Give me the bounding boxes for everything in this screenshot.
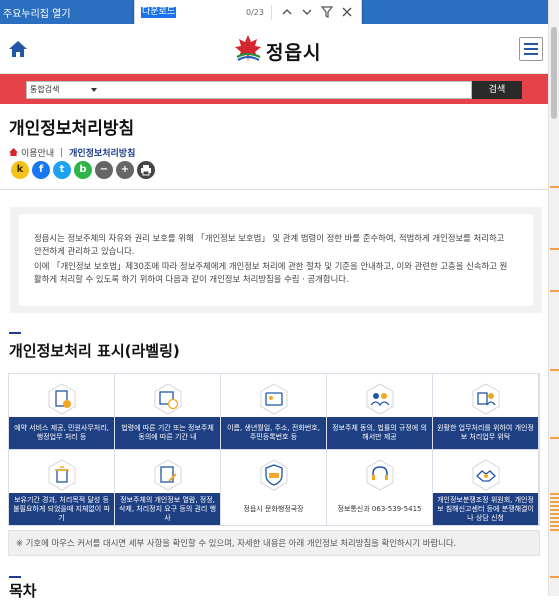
label-tile[interactable]: 정보주체 동의, 법률의 규정에 의해서만 제공 [327, 374, 432, 449]
find-count: 0/23 [246, 8, 264, 17]
label-tile[interactable]: 이름, 생년월일, 주소, 전화번호, 주민등록번호 등 [221, 374, 326, 449]
label-caption: 법령에 따른 기간 또는 정보주체 동의에 따른 기간 내 [115, 417, 220, 449]
kakao-icon[interactable]: k [11, 161, 29, 179]
label-caption: 정읍시 문화행정국장 [221, 493, 326, 525]
hamburger-icon-line [524, 48, 538, 50]
label-tile[interactable]: 예약 서비스 제공, 민원사무처리, 행정업무 처리 등 [9, 374, 114, 449]
site-header: 정읍시 [0, 24, 548, 74]
share-tools: k f t b − + [11, 161, 158, 179]
find-input[interactable]: 다운로드 [141, 7, 177, 18]
label-caption: 개인정보분쟁조정 위원회, 개인정보 침해신고센터 등에 분쟁해결이나 상담 신… [433, 493, 538, 525]
maple-leaf-logo-icon [235, 35, 261, 62]
find-marker [550, 186, 559, 188]
document-check-icon [48, 383, 76, 415]
page-title: 개인정보처리방침 [9, 119, 135, 139]
label-caption: 보유기간 경과, 처리목적 달성 등 불필요하게 되었을때 지체없이 파기 [9, 493, 114, 525]
label-caption: 이름, 생년월일, 주소, 전화번호, 주민등록번호 등 [221, 417, 326, 449]
hamburger-icon-line [524, 43, 538, 45]
search-button[interactable]: 검색 [472, 81, 522, 99]
find-divider [271, 5, 272, 20]
heading-accent [9, 332, 21, 334]
label-tile[interactable]: 정보통신과 063-539-5415 [327, 450, 432, 525]
label-caption: 정보주체의 개인정보 열람, 정정, 삭제, 처리정지 요구 등의 권리 행사 [115, 493, 220, 525]
close-icon[interactable] [339, 4, 355, 20]
zoom-in-icon[interactable]: + [116, 161, 134, 179]
labeling-note: ※ 기호에 마우스 커서를 대시면 세부 사항을 확인할 수 있으며, 자세한 … [8, 530, 540, 556]
trash-icon [48, 459, 76, 491]
skip-link[interactable]: 주요누리집 열기 [3, 5, 71, 20]
search-category-select[interactable]: 통합검색 [30, 84, 59, 95]
print-icon[interactable] [137, 161, 155, 179]
search-band: 통합검색 검색 [0, 74, 548, 104]
site-logo[interactable]: 정읍시 [233, 33, 353, 65]
band-icon[interactable]: b [74, 161, 92, 179]
hamburger-icon-line [524, 53, 538, 55]
home-icon[interactable] [9, 148, 18, 156]
id-card-icon [260, 383, 288, 415]
menu-button[interactable] [519, 37, 543, 61]
twitter-icon[interactable]: t [53, 161, 71, 179]
logo-text: 정읍시 [266, 42, 322, 64]
intro-paragraph: 정읍시는 정보주체의 자유와 권리 보호를 위해 「개인정보 보호법」 및 관계… [34, 233, 505, 256]
breadcrumb-current[interactable]: 개인정보처리방침 [69, 146, 135, 159]
find-marker [550, 576, 559, 578]
calendar-clock-icon [154, 383, 182, 415]
share-people-icon [366, 383, 394, 415]
toc-heading: 목차 [9, 582, 37, 600]
delegate-icon [472, 383, 500, 415]
printer-glyph-icon [141, 165, 151, 176]
find-marker [550, 248, 559, 250]
label-tile[interactable]: 정읍시 문화행정국장 [221, 450, 326, 525]
label-caption: 원활한 업무처리를 위하여 개인정보 처리업무 위탁 [433, 417, 538, 449]
label-tile[interactable]: 원활한 업무처리를 위하여 개인정보 처리업무 위탁 [433, 374, 538, 449]
breadcrumb: 이용안내 개인정보처리방침 [9, 146, 135, 159]
label-tile[interactable]: 개인정보분쟁조정 위원회, 개인정보 침해신고센터 등에 분쟁해결이나 상담 신… [433, 450, 538, 525]
heading-accent [9, 576, 21, 578]
label-caption: 예약 서비스 제공, 민원사무처리, 행정업무 처리 등 [9, 417, 114, 449]
labeling-heading: 개인정보처리 표시(라벨링) [9, 342, 180, 360]
home-icon[interactable] [7, 38, 29, 60]
label-tile[interactable]: 법령에 따른 기간 또는 정보주체 동의에 따른 기간 내 [115, 374, 220, 449]
breadcrumb-separator [61, 147, 63, 157]
find-bar: 다운로드 0/23 [134, 0, 362, 26]
intro-box: 정읍시는 정보주체의 자유와 권리 보호를 위해 「개인정보 보호법」 및 관계… [10, 207, 542, 313]
chevron-down-icon[interactable] [299, 4, 315, 20]
headset-icon [366, 459, 394, 491]
find-marker [550, 437, 559, 439]
scrollbar-thumb[interactable] [551, 27, 557, 119]
labeling-grid: 예약 서비스 제공, 민원사무처리, 행정업무 처리 등 법령에 따른 기간 또… [8, 373, 540, 526]
cpo-badge-icon [260, 459, 288, 491]
find-marker [550, 290, 559, 292]
intro-paragraph: 이에 「개인정보 보호법」제30조에 따라 정보주체에게 개인정보 처리에 관한… [34, 261, 508, 284]
find-marker [550, 369, 559, 371]
chevron-up-icon[interactable] [279, 4, 295, 20]
handshake-icon [472, 459, 500, 491]
search-box[interactable]: 통합검색 [26, 81, 472, 99]
label-caption: 정보통신과 063-539-5415 [327, 493, 432, 525]
label-tile[interactable]: 보유기간 경과, 처리목적 달성 등 불필요하게 되었을때 지체없이 파기 [9, 450, 114, 525]
breadcrumb-parent[interactable]: 이용안내 [21, 146, 54, 159]
scrollbar[interactable] [548, 0, 559, 596]
zoom-out-icon[interactable]: − [95, 161, 113, 179]
section-divider [0, 189, 548, 190]
facebook-icon[interactable]: f [32, 161, 50, 179]
filter-icon[interactable] [319, 4, 335, 20]
find-marker-group [550, 493, 559, 533]
caret-down-icon [91, 88, 97, 92]
label-tile[interactable]: 정보주체의 개인정보 열람, 정정, 삭제, 처리정지 요구 등의 권리 행사 [115, 450, 220, 525]
edit-document-icon [154, 459, 182, 491]
label-caption: 정보주체 동의, 법률의 규정에 의해서만 제공 [327, 417, 432, 449]
